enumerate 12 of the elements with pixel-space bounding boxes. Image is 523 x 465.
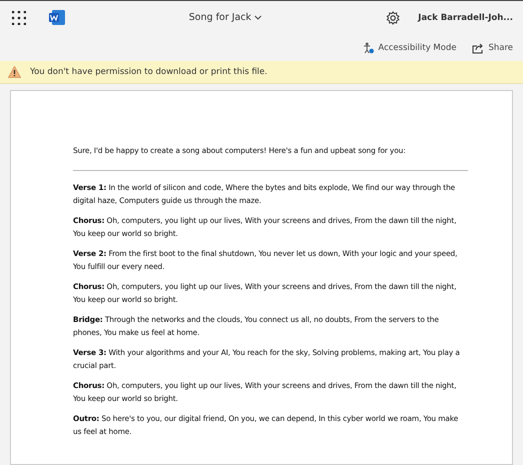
chevron-down-icon: [254, 15, 262, 20]
share-button[interactable]: Share: [472, 42, 513, 54]
accessibility-icon: [363, 42, 374, 54]
document-app-icon[interactable]: [49, 10, 65, 25]
app-launcher-icon[interactable]: [12, 10, 26, 24]
warning-icon: [8, 66, 21, 78]
user-name[interactable]: Jack Barradell-Joh...: [418, 12, 513, 22]
warning-text: You don't have permission to download or print this file.: [30, 67, 268, 77]
settings-icon[interactable]: [386, 10, 400, 24]
accessibility-mode-button[interactable]: Accessibility Mode: [363, 42, 456, 54]
share-icon: [472, 42, 484, 54]
document-title[interactable]: Song for Jack: [188, 12, 262, 23]
